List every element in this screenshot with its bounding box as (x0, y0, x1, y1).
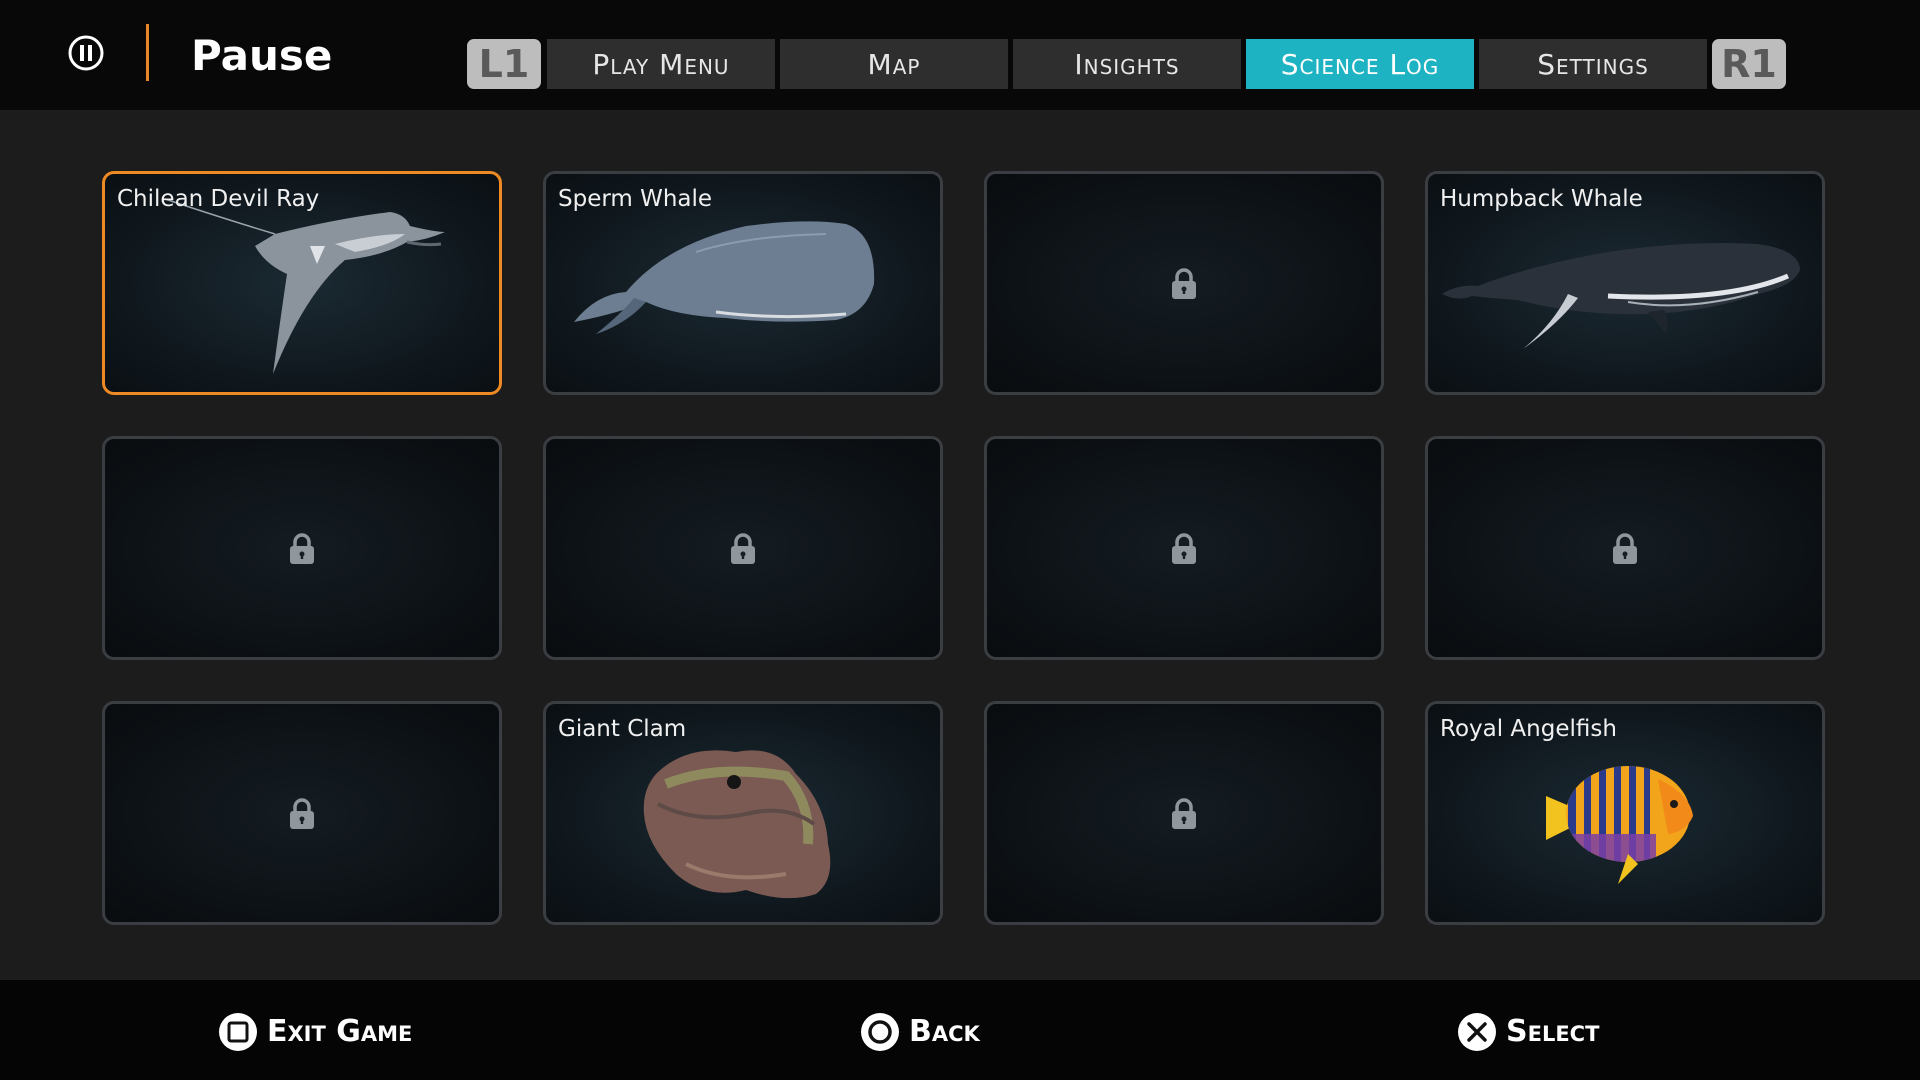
square-button-icon (219, 1013, 257, 1051)
card-chilean-devil-ray[interactable]: Chilean Devil Ray (102, 171, 502, 395)
tab-settings[interactable]: Settings (1479, 39, 1707, 89)
lock-icon (1613, 533, 1637, 564)
card-locked[interactable] (984, 701, 1384, 925)
card-humpback-whale[interactable]: Humpback Whale (1425, 171, 1825, 395)
card-locked[interactable] (102, 701, 502, 925)
pause-circle-icon[interactable] (68, 35, 104, 71)
select-label: Select (1506, 1014, 1600, 1049)
card-label: Royal Angelfish (1440, 716, 1617, 742)
card-label: Giant Clam (558, 716, 687, 742)
back-label: Back (909, 1014, 980, 1049)
card-locked[interactable] (102, 436, 502, 660)
card-label: Chilean Devil Ray (117, 186, 320, 212)
card-locked[interactable] (543, 436, 943, 660)
science-log-grid: Chilean Devil Ray Sperm Whale Humpback W… (102, 171, 1825, 925)
page-title: Pause (191, 31, 333, 80)
l1-bumper-button[interactable]: L1 (467, 39, 541, 89)
lock-icon (290, 798, 314, 829)
tab-insights[interactable]: Insights (1013, 39, 1241, 89)
bottom-bar: Exit Game Back Select (0, 980, 1920, 1080)
lock-icon (1172, 533, 1196, 564)
lock-icon (290, 533, 314, 564)
lock-icon (1172, 798, 1196, 829)
card-sperm-whale[interactable]: Sperm Whale (543, 171, 943, 395)
card-label: Sperm Whale (558, 186, 713, 212)
r1-bumper-button[interactable]: R1 (1712, 39, 1786, 89)
card-label: Humpback Whale (1440, 186, 1643, 212)
lock-icon (731, 533, 755, 564)
card-giant-clam[interactable]: Giant Clam (543, 701, 943, 925)
exit-game-label: Exit Game (267, 1014, 413, 1049)
tab-science-log[interactable]: Science Log (1246, 39, 1474, 89)
tab-map[interactable]: Map (780, 39, 1008, 89)
card-royal-angelfish[interactable]: Royal Angelfish (1425, 701, 1825, 925)
top-bar: Pause L1 Play Menu Map Insights Science … (0, 0, 1920, 110)
tab-play-menu[interactable]: Play Menu (547, 39, 775, 89)
card-locked[interactable] (1425, 436, 1825, 660)
cross-button-icon (1458, 1013, 1496, 1051)
title-divider (146, 24, 149, 81)
card-locked[interactable] (984, 171, 1384, 395)
lock-icon (1172, 268, 1196, 299)
card-locked[interactable] (984, 436, 1384, 660)
circle-button-icon (861, 1013, 899, 1051)
